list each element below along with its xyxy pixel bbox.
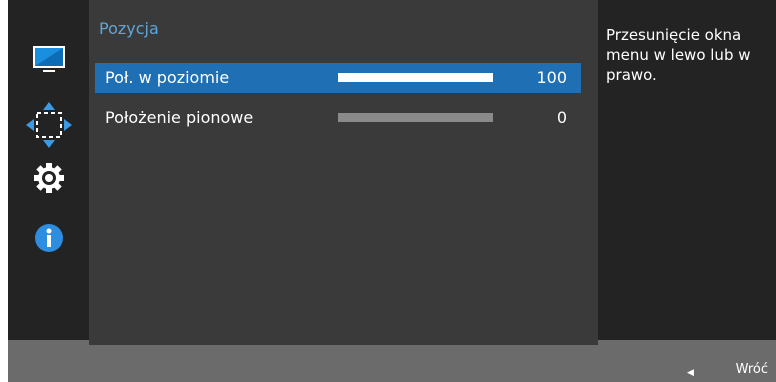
osd-menu: Pozycja Poł. w poziomie 100 Położenie pi… (8, 0, 776, 382)
help-panel: Przesunięcie okna menu w lewo lub w praw… (598, 0, 776, 340)
main-panel: Pozycja Poł. w poziomie 100 Położenie pi… (89, 0, 598, 340)
sidebar (8, 0, 89, 340)
vertical-position-slider[interactable] (338, 113, 493, 122)
page-title: Pozycja (99, 19, 159, 38)
position-arrows-icon[interactable] (26, 102, 72, 148)
left-arrow-icon: ◀ (687, 368, 694, 378)
row-label: Położenie pionowe (105, 108, 254, 127)
menu-row-horizontal-position[interactable]: Poł. w poziomie 100 (95, 63, 581, 93)
footer-bar: Wróć (8, 340, 776, 382)
monitor-icon[interactable] (32, 43, 66, 77)
horizontal-position-slider[interactable] (338, 73, 493, 82)
info-icon[interactable] (32, 221, 66, 255)
help-text: Przesunięcie okna menu w lewo lub w praw… (606, 26, 751, 84)
menu-row-vertical-position[interactable]: Położenie pionowe 0 (95, 103, 581, 133)
back-button[interactable]: Wróć (736, 362, 768, 377)
row-value: 100 (536, 68, 567, 87)
row-value: 0 (556, 108, 567, 127)
row-label: Poł. w poziomie (105, 68, 230, 87)
panel-edge (89, 340, 598, 345)
gear-icon[interactable] (32, 161, 66, 195)
slider-fill (338, 73, 493, 82)
